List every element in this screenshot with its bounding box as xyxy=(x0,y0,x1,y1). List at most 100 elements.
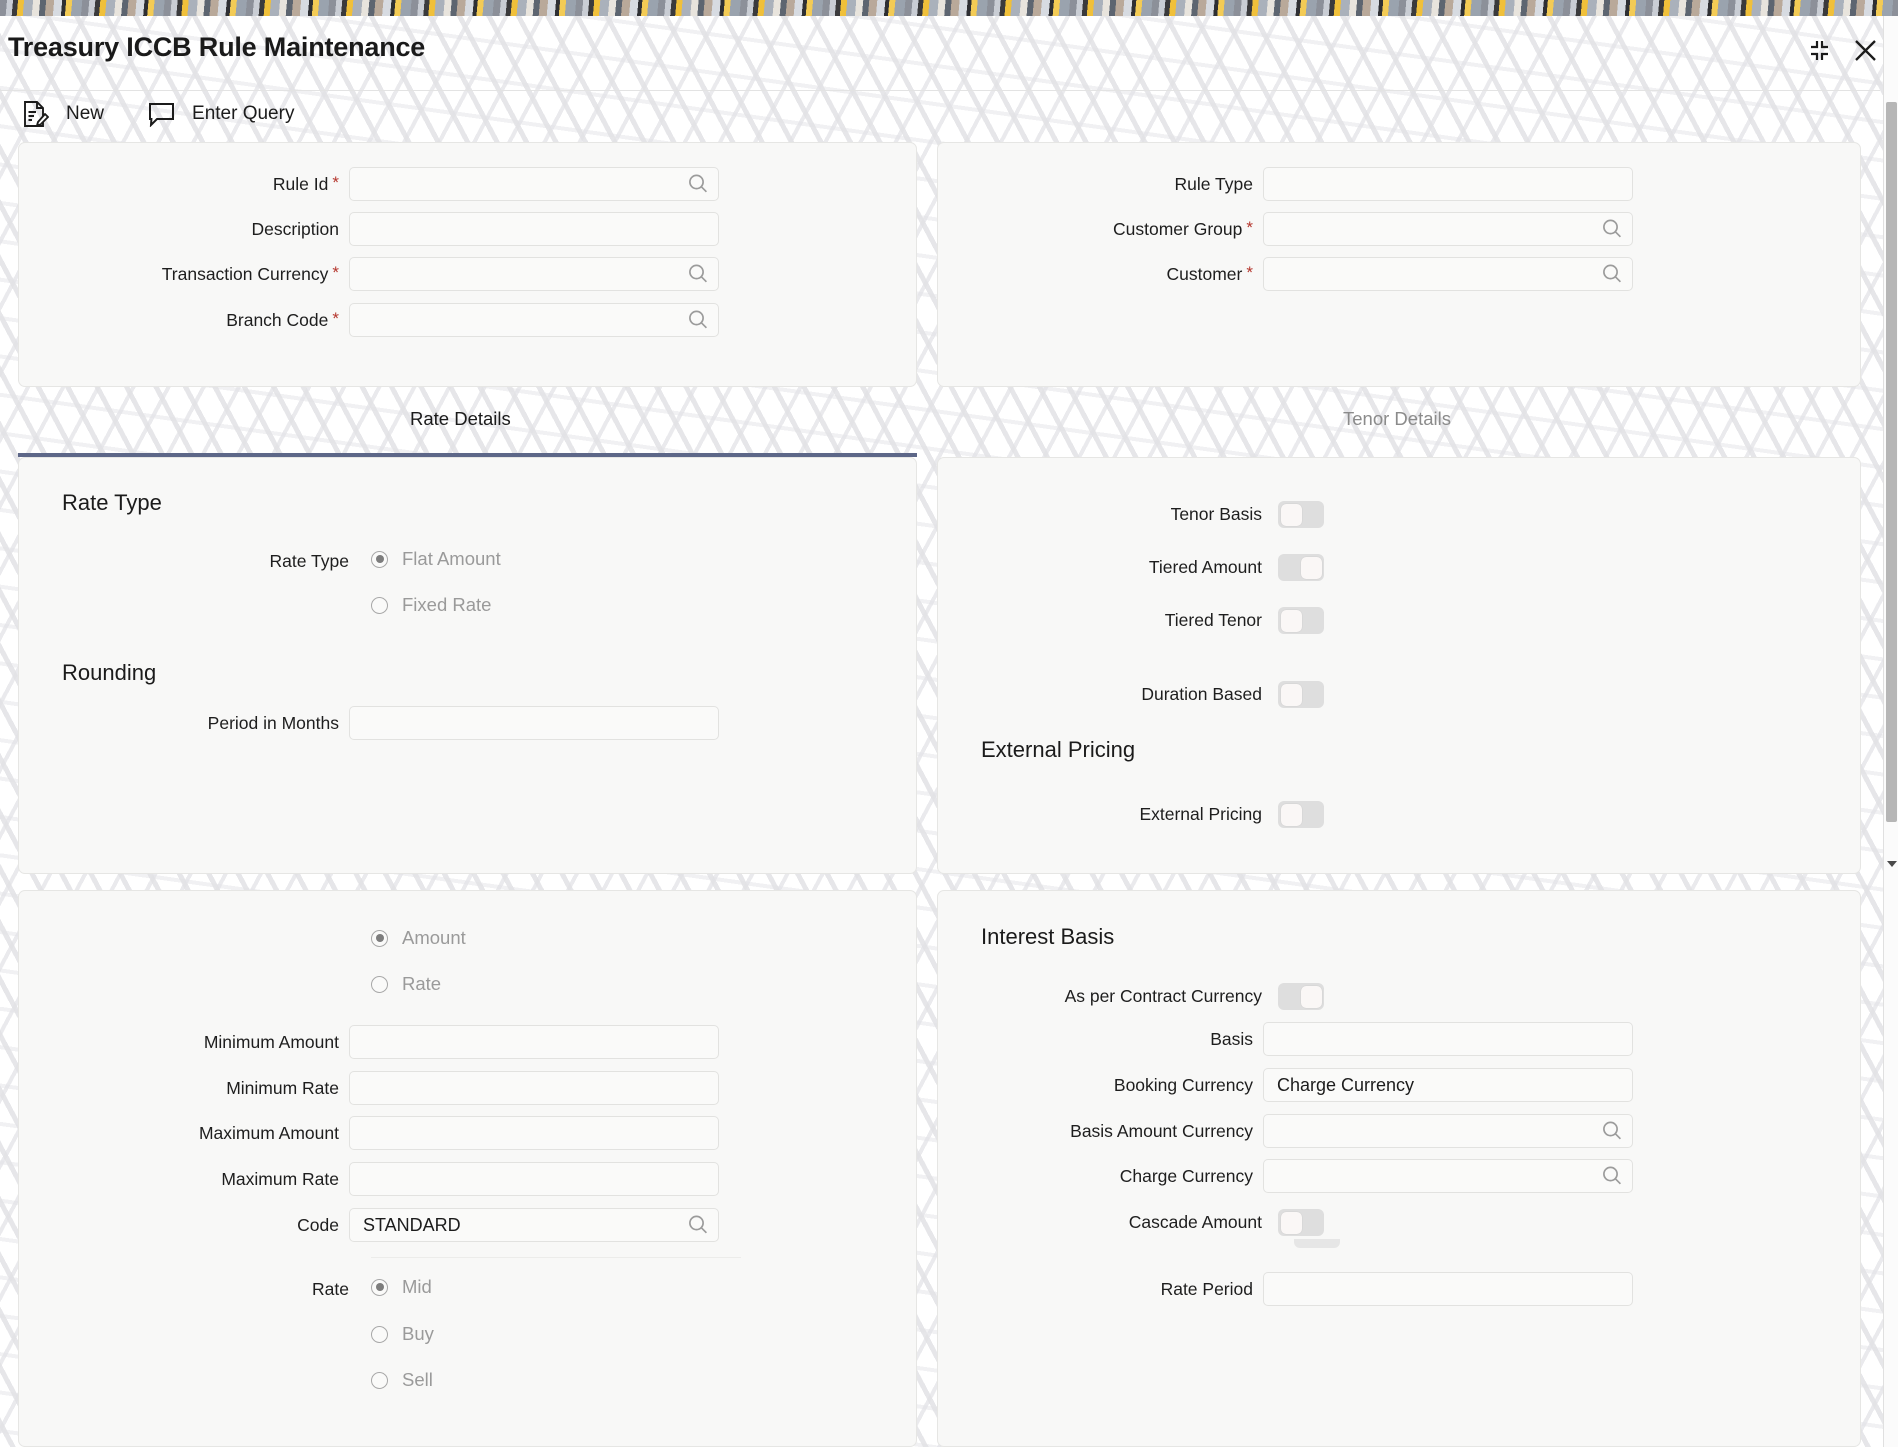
enter-query-button[interactable]: Enter Query xyxy=(148,102,294,127)
transaction-currency-input[interactable] xyxy=(349,257,719,291)
rule-id-input[interactable] xyxy=(349,167,719,201)
charge-currency-field[interactable] xyxy=(1264,1160,1632,1192)
description-field[interactable] xyxy=(350,213,718,245)
required-asterisk: * xyxy=(1246,217,1253,237)
external-pricing-heading: External Pricing xyxy=(981,737,1136,762)
customer-label: Customer * xyxy=(1166,262,1253,284)
search-icon[interactable] xyxy=(687,263,709,285)
customer-group-field[interactable] xyxy=(1264,213,1632,245)
branch-code-input[interactable] xyxy=(349,303,719,337)
tiered-tenor-toggle[interactable] xyxy=(1278,607,1324,634)
tiered-amount-toggle[interactable] xyxy=(1278,554,1324,581)
interest-basis-panel: Interest Basis As per Contract Currency … xyxy=(937,890,1861,1447)
minimum-rate-input[interactable] xyxy=(349,1071,719,1105)
basis-amount-currency-input[interactable] xyxy=(1263,1114,1633,1148)
branch-code-label: Branch Code * xyxy=(226,308,339,330)
code-field[interactable] xyxy=(350,1209,718,1241)
radio-sell[interactable]: Sell xyxy=(371,1369,433,1391)
basis-amount-currency-field[interactable] xyxy=(1264,1115,1632,1147)
radio-fixed-rate-label: Fixed Rate xyxy=(402,594,492,615)
maximum-amount-field[interactable] xyxy=(350,1117,718,1149)
customer-group-input[interactable] xyxy=(1263,212,1633,246)
radio-fixed-rate[interactable]: Fixed Rate xyxy=(371,594,491,616)
duration-based-toggle[interactable] xyxy=(1278,681,1324,708)
radio-flat-amount[interactable]: Flat Amount xyxy=(371,548,501,570)
rate-period-field[interactable] xyxy=(1264,1273,1632,1305)
cascade-amount-label: Cascade Amount xyxy=(1128,1212,1262,1232)
rule-type-row: Rule Type xyxy=(938,167,1638,201)
search-icon[interactable] xyxy=(687,1214,709,1236)
external-pricing-toggle[interactable] xyxy=(1278,801,1324,828)
customer-panel: Rule Type Customer Group * Customer * xyxy=(937,142,1861,387)
transaction-currency-row: Transaction Currency * xyxy=(19,257,739,291)
scroll-down-arrow-icon[interactable] xyxy=(1887,861,1897,867)
branch-code-field[interactable] xyxy=(350,304,718,336)
basis-field[interactable] xyxy=(1264,1023,1632,1055)
booking-currency-input[interactable] xyxy=(1263,1068,1633,1102)
minimum-rate-field[interactable] xyxy=(350,1072,718,1104)
search-icon[interactable] xyxy=(687,309,709,331)
radio-sell-label: Sell xyxy=(402,1369,433,1390)
radio-amount[interactable]: Amount xyxy=(371,927,466,949)
search-icon[interactable] xyxy=(1601,218,1623,240)
tenor-details-panel: Tenor Basis Tiered Amount Tiered Tenor D… xyxy=(937,457,1861,874)
period-in-months-field[interactable] xyxy=(350,707,718,739)
maximum-amount-row: Maximum Amount xyxy=(19,1116,739,1150)
radio-buy-label: Buy xyxy=(402,1323,434,1344)
minimum-amount-field[interactable] xyxy=(350,1026,718,1058)
required-asterisk: * xyxy=(332,262,339,282)
action-toolbar: New Enter Query xyxy=(22,100,294,128)
rule-type-field[interactable] xyxy=(1264,168,1632,200)
maximum-rate-label: Maximum Rate xyxy=(221,1168,339,1189)
clipped-toggle[interactable] xyxy=(1294,1239,1340,1248)
charge-currency-input[interactable] xyxy=(1263,1159,1633,1193)
cascade-amount-toggle[interactable] xyxy=(1278,1209,1324,1236)
scrollbar-thumb[interactable] xyxy=(1886,102,1897,822)
tiered-amount-row: Tiered Amount xyxy=(938,554,1338,581)
toggle-knob xyxy=(1280,1211,1302,1234)
rule-type-label: Rule Type xyxy=(1174,173,1253,194)
period-in-months-input[interactable] xyxy=(349,706,719,740)
maximum-amount-input[interactable] xyxy=(349,1116,719,1150)
radio-sell-indicator xyxy=(371,1371,388,1389)
minimum-amount-input[interactable] xyxy=(349,1025,719,1059)
tab-tenor-details[interactable]: Tenor Details xyxy=(1343,408,1451,444)
tenor-basis-toggle[interactable] xyxy=(1278,501,1324,528)
collapse-icon[interactable] xyxy=(1808,39,1831,62)
vertical-scrollbar[interactable] xyxy=(1883,16,1898,1447)
customer-input[interactable] xyxy=(1263,257,1633,291)
toggle-knob xyxy=(1300,985,1322,1008)
maximum-rate-input[interactable] xyxy=(349,1162,719,1196)
description-input[interactable] xyxy=(349,212,719,246)
description-row: Description xyxy=(19,212,739,246)
booking-currency-field[interactable] xyxy=(1264,1069,1632,1101)
search-icon[interactable] xyxy=(1601,1165,1623,1187)
code-input[interactable] xyxy=(349,1208,719,1242)
search-icon[interactable] xyxy=(1601,263,1623,285)
radio-mid[interactable]: Mid xyxy=(371,1276,432,1298)
required-asterisk: * xyxy=(332,172,339,192)
maximum-rate-field[interactable] xyxy=(350,1163,718,1195)
rule-panel: Rule Id * Description Transaction Currenc… xyxy=(18,142,917,387)
rule-type-input[interactable] xyxy=(1263,167,1633,201)
minimum-amount-row: Minimum Amount xyxy=(19,1025,739,1059)
customer-field[interactable] xyxy=(1264,258,1632,290)
close-icon[interactable] xyxy=(1853,38,1878,63)
new-button[interactable]: New xyxy=(22,100,104,128)
as-per-contract-currency-toggle[interactable] xyxy=(1278,983,1324,1010)
radio-buy[interactable]: Buy xyxy=(371,1323,434,1345)
tab-rate-details[interactable]: Rate Details xyxy=(410,408,511,444)
external-pricing-row: External Pricing xyxy=(938,801,1338,828)
basis-input[interactable] xyxy=(1263,1022,1633,1056)
rate-type-heading: Rate Type xyxy=(62,490,162,515)
toggle-knob xyxy=(1280,503,1302,526)
rate-period-input[interactable] xyxy=(1263,1272,1633,1306)
search-icon[interactable] xyxy=(687,173,709,195)
required-asterisk: * xyxy=(1246,262,1253,282)
period-in-months-row: Period in Months xyxy=(19,706,739,740)
transaction-currency-field[interactable] xyxy=(350,258,718,290)
search-icon[interactable] xyxy=(1601,1120,1623,1142)
radio-rate[interactable]: Rate xyxy=(371,973,441,995)
rule-id-field[interactable] xyxy=(350,168,718,200)
radio-rate-indicator xyxy=(371,975,388,993)
